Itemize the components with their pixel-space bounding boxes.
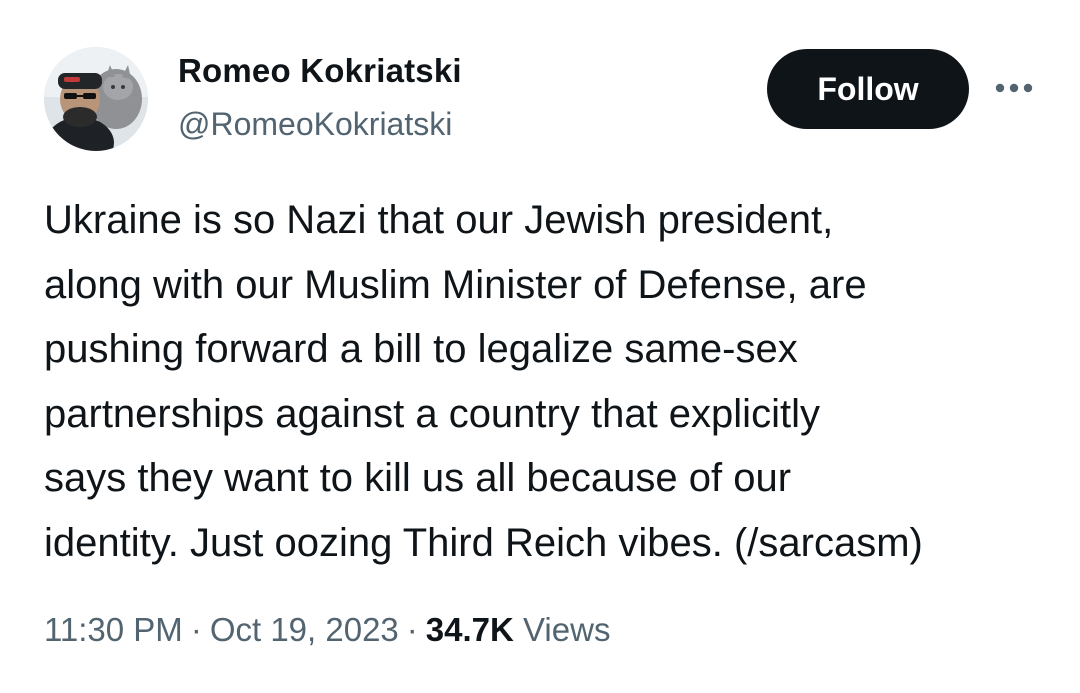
separator-dot: · xyxy=(190,611,202,648)
ellipsis-icon xyxy=(995,83,1033,93)
tweet-date[interactable]: Oct 19, 2023 xyxy=(210,611,399,648)
tweet-text-line: says they want to kill us all because of… xyxy=(44,456,792,500)
tweet-card: Romeo Kokriatski @RomeoKokriatski Follow… xyxy=(0,0,1080,693)
views-count[interactable]: 34.7K xyxy=(426,611,514,648)
tweet-text-line: Ukraine is so Nazi that our Jewish presi… xyxy=(44,198,834,242)
tweet-metadata: 11:30 PM · Oct 19, 2023 · 34.7K Views xyxy=(44,611,610,649)
tweet-text-line: along with our Muslim Minister of Defens… xyxy=(44,262,867,307)
tweet-text-line: pushing forward a bill to legalize same-… xyxy=(44,327,798,371)
author-display-name[interactable]: Romeo Kokriatski xyxy=(178,52,462,90)
author-handle[interactable]: @RomeoKokriatski xyxy=(178,106,452,143)
follow-button[interactable]: Follow xyxy=(767,49,969,129)
tweet-text-line: partnerships against a country that expl… xyxy=(44,391,820,436)
tweet-time[interactable]: 11:30 PM xyxy=(44,611,183,648)
separator-dot: · xyxy=(406,611,418,648)
tweet-text: Ukraine is so Nazi that our Jewish presi… xyxy=(44,188,1054,575)
more-options-button[interactable] xyxy=(986,68,1042,108)
avatar-image xyxy=(44,47,148,151)
avatar[interactable] xyxy=(44,47,148,151)
views-label: Views xyxy=(523,611,611,648)
tweet-text-line: identity. Just oozing Third Reich vibes.… xyxy=(44,520,923,565)
